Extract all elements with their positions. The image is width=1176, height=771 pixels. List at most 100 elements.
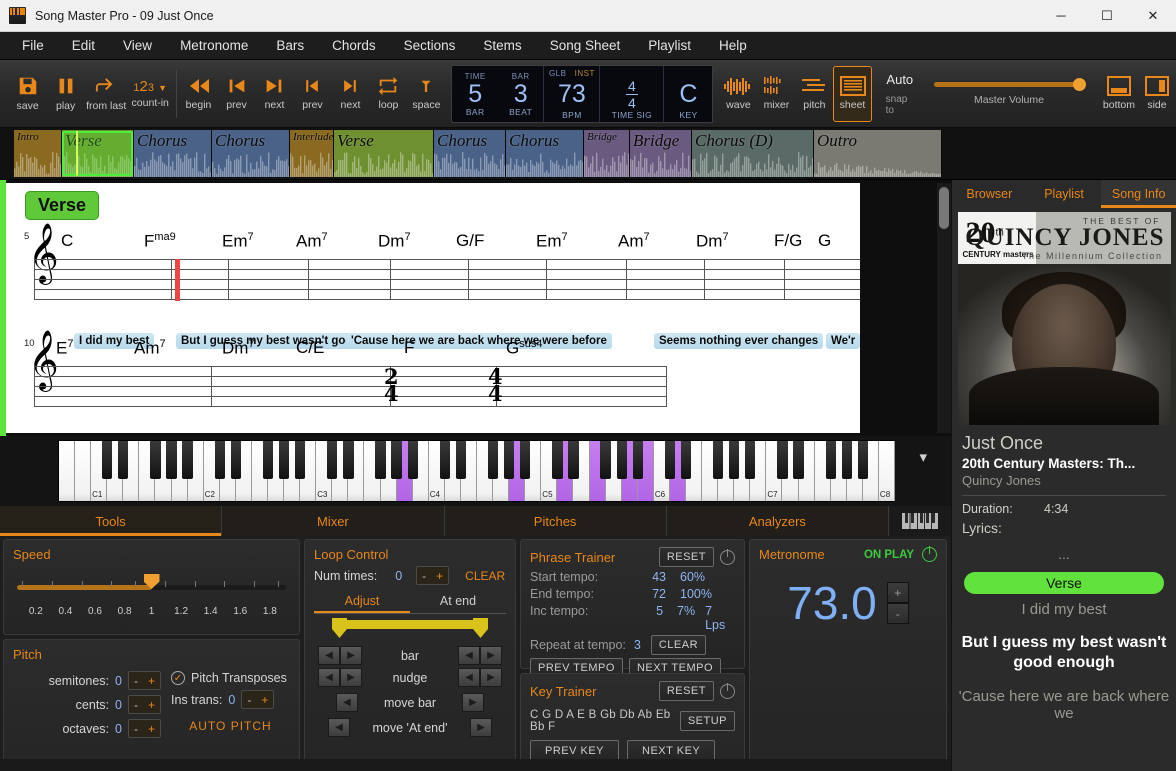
nudge-start-next[interactable]: ▶ bbox=[340, 668, 362, 687]
piano-black-key-37[interactable] bbox=[665, 441, 675, 479]
chord-symbol[interactable]: F bbox=[404, 338, 414, 358]
bar-start-next[interactable]: ▶ bbox=[340, 646, 362, 665]
piano-black-key-31[interactable] bbox=[568, 441, 578, 479]
cents-plus[interactable]: + bbox=[143, 698, 160, 712]
section-chorus-7[interactable]: Chorus bbox=[506, 130, 584, 177]
begin-button[interactable]: begin bbox=[180, 63, 218, 125]
piano-black-key-14[interactable] bbox=[295, 441, 305, 479]
time-bar-cell[interactable]: TIME 5 BAR BAR 3 BEAT bbox=[452, 66, 544, 122]
master-volume-control[interactable]: Master Volume bbox=[934, 82, 1084, 106]
piano-black-key-41[interactable] bbox=[729, 441, 739, 479]
bar-start-prev[interactable]: ◀ bbox=[318, 646, 340, 665]
section-interlude-4[interactable]: Interlude bbox=[290, 130, 334, 177]
menu-file[interactable]: File bbox=[8, 34, 58, 57]
piano-black-key-40[interactable] bbox=[713, 441, 723, 479]
piano-black-key-10[interactable] bbox=[231, 441, 241, 479]
phrase-power-icon[interactable] bbox=[720, 550, 735, 565]
piano-black-key-13[interactable] bbox=[279, 441, 289, 479]
menu-bars[interactable]: Bars bbox=[262, 34, 318, 57]
menu-view[interactable]: View bbox=[109, 34, 166, 57]
bar-right-stepper[interactable]: ◀ ▶ bbox=[458, 646, 502, 665]
loop-at-end-tab[interactable]: At end bbox=[410, 591, 506, 613]
section-outro-11[interactable]: Outro bbox=[814, 130, 942, 177]
chord-symbol[interactable]: Dm7 bbox=[378, 231, 411, 252]
piano-black-key-35[interactable] bbox=[633, 441, 643, 479]
loop-end-handle[interactable] bbox=[473, 618, 488, 638]
piano-black-key-38[interactable] bbox=[681, 441, 691, 479]
sidebar-section-badge[interactable]: Verse bbox=[964, 572, 1164, 594]
next-section-button[interactable]: next bbox=[256, 63, 294, 125]
sheet-playhead[interactable] bbox=[175, 259, 180, 301]
master-volume-knob[interactable] bbox=[1073, 78, 1086, 91]
pitch-transposes-row[interactable]: ✓ Pitch Transposes bbox=[171, 671, 290, 685]
maximize-button[interactable]: ☐ bbox=[1084, 0, 1130, 32]
sheet-canvas[interactable]: Verse 5𝄞CFma9Em7Am7Dm7G/FEm7Am7Dm7F/GGI … bbox=[6, 183, 860, 433]
menu-song-sheet[interactable]: Song Sheet bbox=[536, 34, 635, 57]
piano-black-key-24[interactable] bbox=[456, 441, 466, 479]
bar-end-next[interactable]: ▶ bbox=[480, 646, 502, 665]
nudge-end-next[interactable]: ▶ bbox=[480, 668, 502, 687]
piano-black-key-17[interactable] bbox=[343, 441, 353, 479]
next-bar-button[interactable]: next bbox=[331, 63, 369, 125]
cents-stepper[interactable]: - + bbox=[128, 695, 161, 714]
chord-symbol[interactable]: Am7 bbox=[618, 231, 650, 252]
piano-black-key-23[interactable] bbox=[440, 441, 450, 479]
move-at-end-next[interactable]: ▶ bbox=[470, 718, 492, 737]
chord-symbol[interactable]: C bbox=[61, 231, 73, 251]
chord-symbol[interactable]: Dm7 bbox=[696, 231, 729, 252]
layout-side-button[interactable]: side bbox=[1138, 63, 1176, 125]
menu-sections[interactable]: Sections bbox=[390, 34, 470, 57]
chord-symbol[interactable]: Am7 bbox=[296, 231, 328, 252]
menu-edit[interactable]: Edit bbox=[58, 34, 109, 57]
chord-symbol[interactable]: G bbox=[818, 231, 831, 251]
piano-black-key-49[interactable] bbox=[858, 441, 868, 479]
sheet-view-button[interactable]: sheet bbox=[833, 66, 871, 122]
phrase-clear-button[interactable]: CLEAR bbox=[651, 635, 706, 655]
loop-clear-button[interactable]: CLEAR bbox=[465, 569, 505, 583]
piano-black-key-2[interactable] bbox=[102, 441, 112, 479]
piano-black-key-48[interactable] bbox=[842, 441, 852, 479]
octaves-minus[interactable]: - bbox=[129, 722, 143, 736]
piano-black-key-42[interactable] bbox=[745, 441, 755, 479]
space-button[interactable]: space bbox=[407, 63, 445, 125]
metronome-stepper[interactable]: + - bbox=[887, 582, 909, 624]
chord-symbol[interactable]: Em7 bbox=[222, 231, 254, 252]
semitones-plus[interactable]: + bbox=[143, 674, 160, 688]
piano-keyboard[interactable]: C1C2C3C4C5C6C7C8 bbox=[58, 440, 894, 502]
bar-end-prev[interactable]: ◀ bbox=[458, 646, 480, 665]
ins-trans-plus[interactable]: + bbox=[256, 693, 273, 707]
tab-analyzers[interactable]: Analyzers bbox=[667, 506, 889, 536]
piano-black-key-12[interactable] bbox=[263, 441, 273, 479]
piano-black-key-20[interactable] bbox=[391, 441, 401, 479]
from-last-button[interactable]: from last bbox=[85, 63, 128, 125]
phrase-reset-button[interactable]: RESET bbox=[659, 547, 714, 567]
layout-bottom-button[interactable]: bottom bbox=[1100, 63, 1138, 125]
bar-left-stepper[interactable]: ◀ ▶ bbox=[318, 646, 362, 665]
tab-tools[interactable]: Tools bbox=[0, 506, 222, 536]
piano-black-key-45[interactable] bbox=[793, 441, 803, 479]
timesig-cell[interactable]: 4 4 TIME SIG bbox=[600, 66, 664, 122]
piano-black-key-9[interactable] bbox=[215, 441, 225, 479]
chord-symbol[interactable]: Em7 bbox=[536, 231, 568, 252]
tab-mixer[interactable]: Mixer bbox=[222, 506, 444, 536]
minimize-button[interactable]: ─ bbox=[1038, 0, 1084, 32]
piano-black-key-3[interactable] bbox=[118, 441, 128, 479]
piano-black-key-16[interactable] bbox=[327, 441, 337, 479]
pitch-view-button[interactable]: pitch bbox=[795, 63, 833, 125]
song-sections-timeline[interactable]: IntroVerseChorusChorusInterludeVerseChor… bbox=[0, 128, 1176, 180]
save-button[interactable]: save bbox=[9, 63, 47, 125]
section-bridge-8[interactable]: Bridge bbox=[584, 130, 630, 177]
master-volume-slider[interactable] bbox=[934, 82, 1084, 87]
key-power-icon[interactable] bbox=[720, 684, 735, 699]
play-button[interactable]: play bbox=[47, 63, 85, 125]
piano-black-key-47[interactable] bbox=[826, 441, 836, 479]
metronome-plus[interactable]: + bbox=[887, 582, 909, 603]
sheet-section-badge[interactable]: Verse bbox=[25, 191, 99, 220]
menu-chords[interactable]: Chords bbox=[318, 34, 390, 57]
nudge-end-prev[interactable]: ◀ bbox=[458, 668, 480, 687]
metronome-on-play[interactable]: ON PLAY bbox=[864, 549, 914, 561]
piano-black-key-21[interactable] bbox=[408, 441, 418, 479]
keyboard-toggle-button[interactable] bbox=[889, 506, 951, 536]
nudge-right-stepper[interactable]: ◀ ▶ bbox=[458, 668, 502, 687]
metronome-power-icon[interactable] bbox=[922, 547, 937, 562]
